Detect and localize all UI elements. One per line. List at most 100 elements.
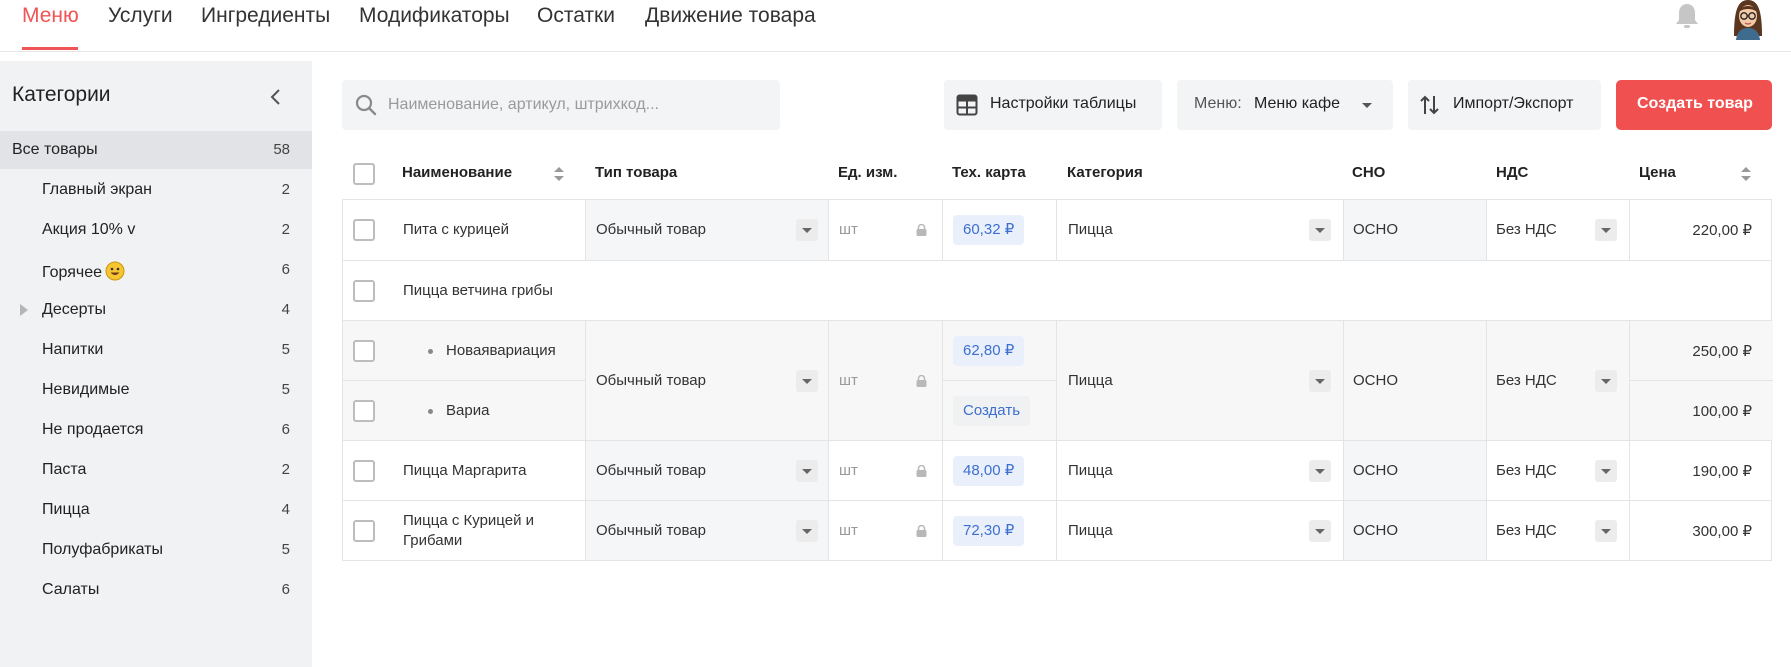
price-value[interactable]: 300,00 ₽ [1692,522,1752,540]
product-name[interactable]: Пита с курицей [403,221,509,238]
category-dropdown-chevron-icon[interactable] [1309,370,1331,392]
type-dropdown-chevron-icon[interactable] [796,460,818,482]
header-type: Тип товара [595,164,678,181]
category-value: Пицца [1068,372,1113,389]
select-all-checkbox[interactable] [353,163,375,185]
table-row[interactable]: Пицца ветчина грибы [342,260,1772,320]
table-settings-button[interactable]: Настройки таблицы [944,80,1162,130]
category-dropdown-chevron-icon[interactable] [1309,219,1331,241]
category-label: Напитки [42,341,104,358]
category-value: Пицца [1068,462,1113,479]
tab-modifiers[interactable]: Модификаторы [359,4,510,28]
menu-select[interactable]: Меню: Меню кафе [1177,80,1393,130]
create-product-button[interactable]: Создать товар [1616,80,1772,130]
techcard-create-button[interactable]: Создать [953,396,1031,426]
category-item-invisible[interactable]: Невидимые 5 [0,371,312,409]
product-name-line2[interactable]: Грибами [403,532,462,549]
header-unit: Ед. изм. [838,164,898,181]
avatar[interactable] [1728,0,1768,40]
search-box[interactable] [342,80,780,130]
create-product-label: Создать товар [1637,95,1753,112]
techcard-link[interactable]: 60,32 ₽ [953,215,1025,245]
price-value[interactable]: 190,00 ₽ [1692,462,1752,480]
price-value[interactable]: 250,00 ₽ [1692,342,1752,360]
header-price[interactable]: Цена [1639,164,1676,181]
divider [1486,321,1487,440]
variant-name[interactable]: Вариа [446,402,489,419]
tab-menu[interactable]: Меню [22,4,79,28]
active-tab-indicator [22,47,78,50]
row-checkbox[interactable] [353,400,375,422]
category-item-all[interactable]: Все товары 58 [0,131,312,169]
category-item-desserts[interactable]: Десерты 4 [0,291,312,329]
divider [942,380,1056,381]
import-export-label: Импорт/Экспорт [1453,95,1574,112]
category-label: Все товары [12,141,98,158]
techcard-link[interactable]: 62,80 ₽ [953,336,1025,366]
product-type: Обычный товар [596,372,706,389]
techcard-link[interactable]: 72,30 ₽ [953,516,1025,546]
category-count: 2 [281,181,290,198]
nds-dropdown-chevron-icon[interactable] [1595,460,1617,482]
category-value: Пицца [1068,221,1113,238]
tab-services[interactable]: Услуги [108,4,173,28]
category-item-main-screen[interactable]: Главный экран 2 [0,171,312,209]
tab-stock[interactable]: Остатки [537,4,615,28]
product-type: Обычный товар [596,462,706,479]
search-input[interactable] [388,92,768,118]
divider [1056,321,1057,440]
category-item-pizza[interactable]: Пицца 4 [0,491,312,529]
techcard-link[interactable]: 48,00 ₽ [953,456,1025,486]
product-name[interactable]: Пицца ветчина грибы [403,282,553,299]
lock-icon [916,375,927,387]
sort-icon[interactable] [554,167,564,181]
unit-value: шт [839,462,858,479]
category-item-promo[interactable]: Акция 10% v 2 [0,211,312,249]
category-count: 2 [281,221,290,238]
header-nds: НДС [1496,164,1529,181]
price-value[interactable]: 100,00 ₽ [1692,402,1752,420]
nds-value: Без НДС [1496,372,1557,389]
import-export-button[interactable]: Импорт/Экспорт [1408,80,1601,130]
category-dropdown-chevron-icon[interactable] [1309,460,1331,482]
category-item-pasta[interactable]: Паста 2 [0,451,312,489]
type-dropdown-chevron-icon[interactable] [796,520,818,542]
category-item-salads[interactable]: Салаты 6 [0,571,312,609]
nds-dropdown-chevron-icon[interactable] [1595,219,1617,241]
category-item-hot[interactable]: Горячее 6 [0,251,312,289]
table-row[interactable]: Пита с курицей Обычный товар шт 60,32 ₽ … [342,199,1772,260]
tab-product-movement[interactable]: Движение товара [645,4,816,28]
product-name-line1[interactable]: Пицца с Курицей и [403,512,534,529]
expand-arrow-icon[interactable] [20,304,28,316]
category-item-semi-finished[interactable]: Полуфабрикаты 5 [0,531,312,569]
variant-name[interactable]: Новаявариация [446,342,556,359]
header-name[interactable]: Наименование [402,164,512,181]
row-checkbox[interactable] [353,520,375,542]
category-count: 5 [281,381,290,398]
price-value[interactable]: 220,00 ₽ [1692,221,1752,239]
category-count: 5 [281,341,290,358]
row-checkbox[interactable] [353,219,375,241]
product-name[interactable]: Пицца Маргарита [403,462,526,479]
category-count: 4 [281,501,290,518]
chevron-left-icon[interactable] [268,87,284,107]
table-row[interactable]: Пицца Маргарита Обычный товар шт 48,00 ₽… [342,440,1772,500]
sort-icon[interactable] [1741,167,1751,181]
row-checkbox[interactable] [353,340,375,362]
type-dropdown-chevron-icon[interactable] [796,219,818,241]
row-checkbox[interactable] [353,280,375,302]
bell-icon[interactable] [1674,2,1700,30]
row-checkbox[interactable] [353,460,375,482]
divider [828,501,829,560]
nds-value: Без НДС [1496,522,1557,539]
divider [942,501,943,560]
nds-dropdown-chevron-icon[interactable] [1595,370,1617,392]
tab-ingredients[interactable]: Ингредиенты [201,4,330,28]
category-dropdown-chevron-icon[interactable] [1309,520,1331,542]
type-dropdown-chevron-icon[interactable] [796,370,818,392]
table-row[interactable]: Пицца с Курицей и Грибами Обычный товар … [342,500,1772,561]
bullet-icon [428,409,433,414]
nds-dropdown-chevron-icon[interactable] [1595,520,1617,542]
category-item-not-for-sale[interactable]: Не продается 6 [0,411,312,449]
category-item-drinks[interactable]: Напитки 5 [0,331,312,369]
